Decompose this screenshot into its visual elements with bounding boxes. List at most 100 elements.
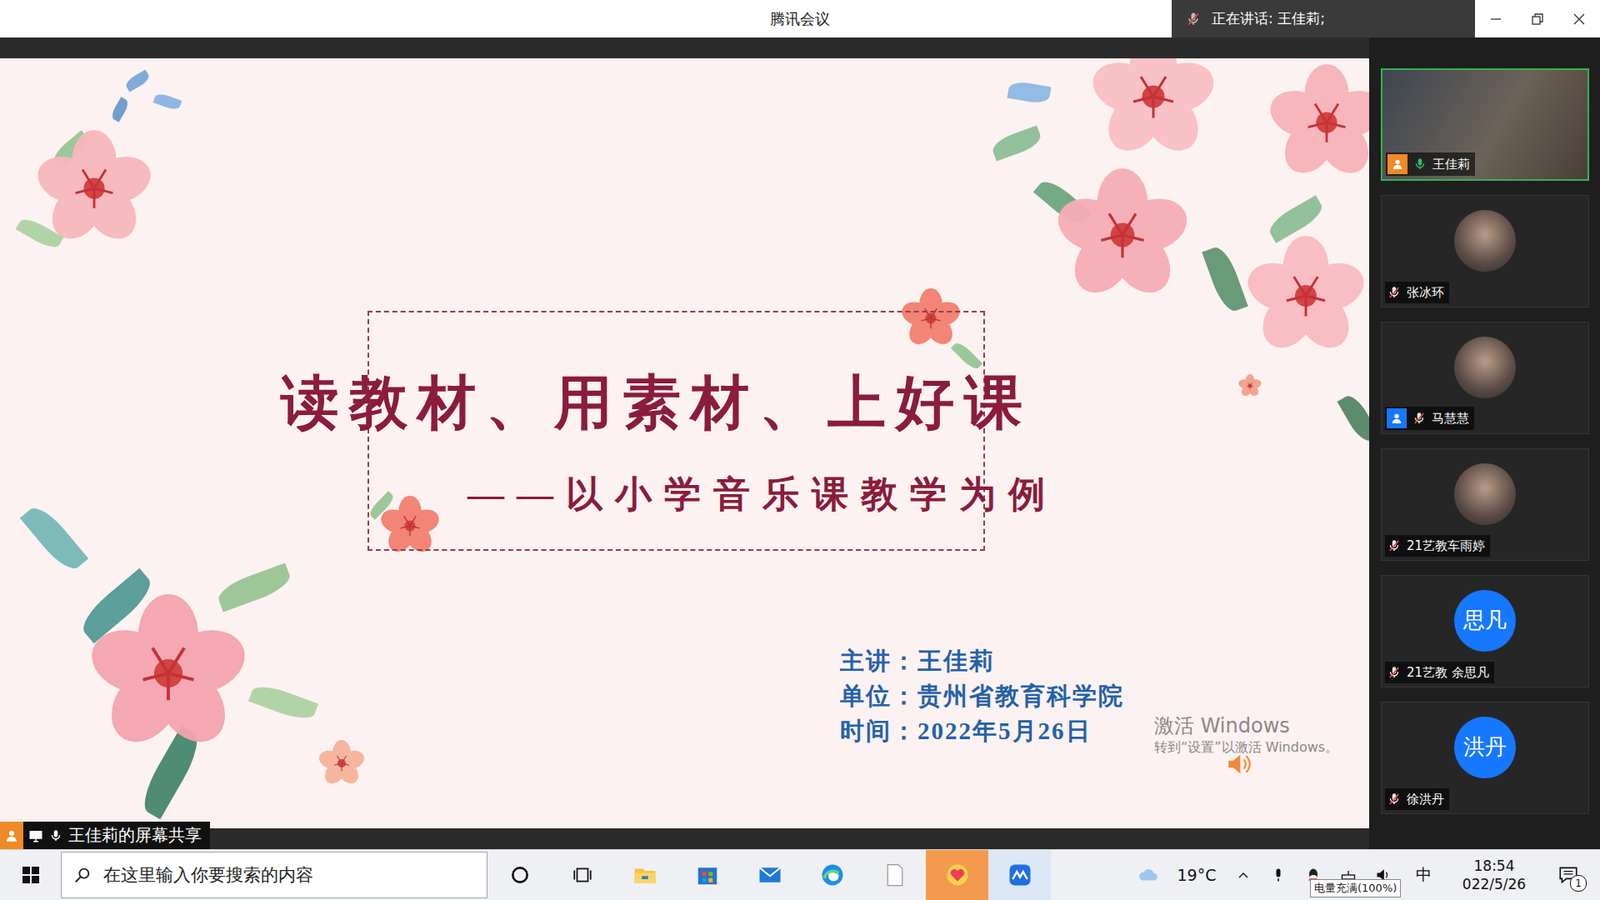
leaf-decoration [124, 69, 152, 92]
taskbar-app[interactable] [550, 850, 614, 900]
participant-tile[interactable]: 张冰环 [1380, 195, 1590, 308]
watermark-title: 激活 Windows [1154, 713, 1339, 739]
info-value: 2022年5月26日 [917, 717, 1092, 745]
taskbar-app[interactable] [863, 850, 926, 900]
participant-tile[interactable]: 马慧慧 [1380, 321, 1590, 435]
cloud-icon [1137, 864, 1160, 886]
person-icon [4, 828, 20, 844]
start-button[interactable] [0, 850, 61, 900]
folder-icon [632, 862, 658, 888]
person-icon [1390, 411, 1404, 425]
leaf-decoration [1265, 195, 1327, 244]
restore-icon [1530, 12, 1545, 26]
taskbar: 在这里输入你要搜索的内容19°C中18:54022/5/261电量充满(100%… [0, 849, 1600, 900]
participant-tile[interactable]: 洪丹徐洪丹 [1380, 701, 1590, 815]
info-label: 时间： [840, 717, 918, 745]
flower-decoration [380, 495, 440, 556]
participant-tile[interactable]: 21艺教车雨婷 [1380, 448, 1590, 561]
flower-decoration [35, 130, 153, 247]
clock-date: 022/5/26 [1462, 875, 1526, 894]
window-controls [1475, 0, 1600, 38]
show-hidden-icons[interactable] [1228, 850, 1259, 900]
microphone-icon [1270, 866, 1287, 884]
minimize-button[interactable] [1475, 0, 1517, 38]
info-label: 单位： [840, 682, 918, 710]
taskbar-app[interactable] [988, 850, 1051, 900]
activation-watermark: 激活 Windows转到“设置”以激活 Windows。 [1154, 713, 1339, 757]
search-icon [73, 865, 92, 885]
leaf-decoration [109, 96, 130, 123]
search-placeholder: 在这里输入你要搜索的内容 [103, 863, 314, 887]
mic-on-icon [1412, 156, 1428, 172]
flower-decoration [1238, 374, 1262, 398]
task-view-icon [571, 864, 594, 886]
slide-subtitle: ——以小学音乐课教学为例 [467, 470, 1370, 520]
restore-button[interactable] [1516, 0, 1559, 38]
name-tag: 张冰环 [1385, 281, 1450, 304]
watermark-hint: 转到“设置”以激活 Windows。 [1154, 738, 1339, 757]
taskbar-app[interactable] [925, 850, 989, 900]
speaker-icon[interactable] [1225, 750, 1254, 779]
edge-icon [820, 862, 845, 888]
clock-time: 18:54 [1474, 856, 1515, 875]
tray-mic[interactable] [1263, 850, 1294, 900]
participant-name: 21艺教车雨婷 [1406, 536, 1485, 555]
flower-decoration [89, 594, 248, 753]
taskbar-app[interactable] [488, 850, 551, 900]
mic-muted-icon [1411, 410, 1427, 426]
info-row: 单位：贵州省教育科学院 [840, 678, 1370, 714]
close-button[interactable] [1558, 0, 1600, 38]
leaf-decoration [950, 340, 983, 372]
taskbar-search[interactable]: 在这里输入你要搜索的内容 [60, 851, 488, 899]
name-tag: 徐洪丹 [1385, 788, 1450, 810]
heart-app-icon [945, 862, 970, 888]
role-badge [1386, 408, 1407, 429]
name-tag: 21艺教 余思凡 [1385, 661, 1495, 684]
stage-bottom-strip: 王佳莉的屏幕共享 [0, 828, 1370, 850]
weather-button[interactable] [1131, 850, 1165, 900]
clock[interactable]: 18:54022/5/26 [1448, 856, 1540, 894]
flower-decoration [1268, 64, 1370, 181]
chevron-up-icon [1236, 868, 1250, 882]
taskbar-app[interactable] [800, 850, 864, 900]
taskbar-app[interactable] [738, 850, 801, 900]
host-badge [0, 821, 24, 850]
leaf-decoration [990, 125, 1045, 161]
mic-icon [48, 828, 64, 844]
participant-tile[interactable]: 王佳莉 [1380, 68, 1590, 181]
participant-name: 张冰环 [1406, 283, 1445, 302]
mic-muted-icon [1386, 538, 1402, 554]
minimize-icon [1489, 12, 1503, 26]
input-method[interactable]: 中 [1403, 864, 1444, 886]
participant-name: 马慧慧 [1431, 409, 1470, 428]
share-label-text: 王佳莉的屏幕共享 [68, 824, 202, 847]
stage-top-strip [0, 37, 1370, 59]
file-icon [882, 862, 908, 888]
role-badge [1387, 154, 1408, 175]
flower-decoration [1245, 235, 1366, 356]
info-row: 主讲：王佳莉 [840, 643, 1370, 679]
name-tag: 马慧慧 [1385, 406, 1475, 430]
mail-icon [757, 862, 783, 888]
taskbar-app[interactable] [613, 850, 676, 900]
notification-button[interactable]: 1 [1545, 850, 1592, 900]
flower-decoration [1055, 168, 1190, 302]
store-icon [695, 862, 720, 888]
cortana-icon [509, 864, 531, 886]
avatar-photo [1454, 336, 1516, 399]
mic-muted-icon [1386, 791, 1402, 807]
leaf-decoration [1006, 80, 1051, 105]
flower-decoration [1090, 58, 1216, 160]
participant-name: 王佳莉 [1432, 155, 1470, 174]
taskbar-app[interactable] [675, 850, 739, 900]
participant-tile[interactable]: 思凡21艺教 余思凡 [1380, 575, 1590, 688]
avatar-text: 洪丹 [1454, 716, 1516, 779]
close-icon [1572, 12, 1586, 26]
battery-tooltip: 电量充满(100%) [1310, 879, 1401, 898]
leaf-decoration [1201, 243, 1249, 315]
leaf-decoration [248, 680, 319, 725]
screen-share-icon [28, 828, 44, 844]
flower-decoration [318, 740, 365, 787]
tencent-meeting-icon [1007, 862, 1033, 888]
mic-off-icon [1185, 10, 1202, 28]
